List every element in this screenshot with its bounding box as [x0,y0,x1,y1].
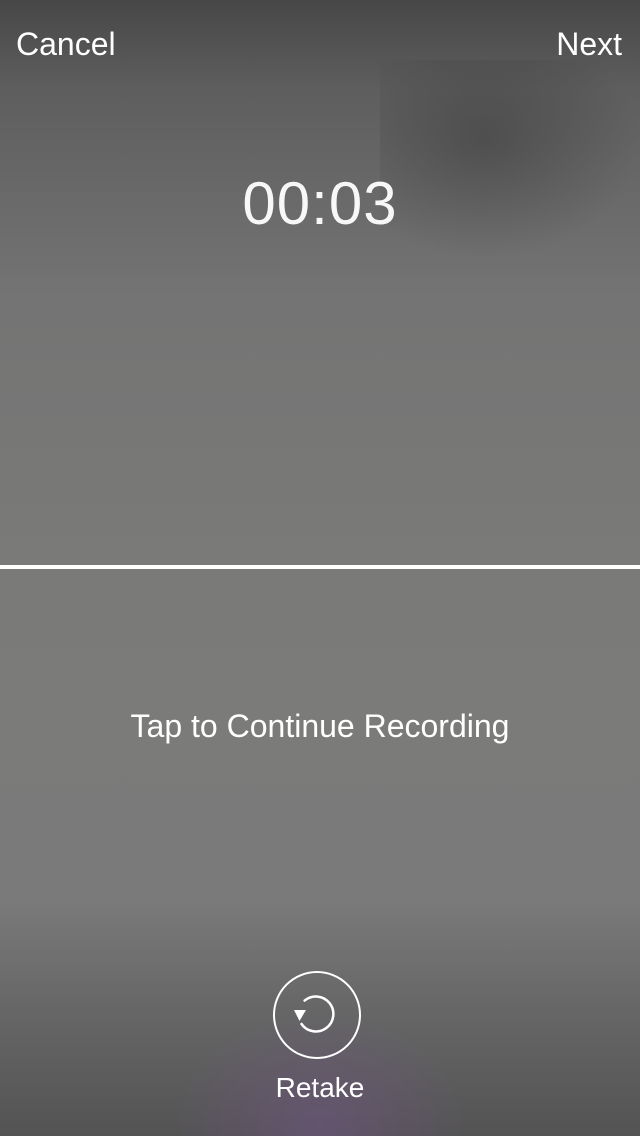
cancel-button[interactable]: Cancel [16,24,116,64]
video-recorder-screen: Cancel Next 00:03 Tap to Continue Record… [0,0,640,1136]
continue-recording-area[interactable] [0,569,640,969]
retake-button[interactable] [273,971,361,1059]
retake-label: Retake [275,1072,365,1103]
recording-timer: 00:03 [242,170,398,237]
next-button[interactable]: Next [556,24,622,64]
retake-icon [294,995,335,1033]
continue-recording-label: Tap to Continue Recording [130,708,510,744]
